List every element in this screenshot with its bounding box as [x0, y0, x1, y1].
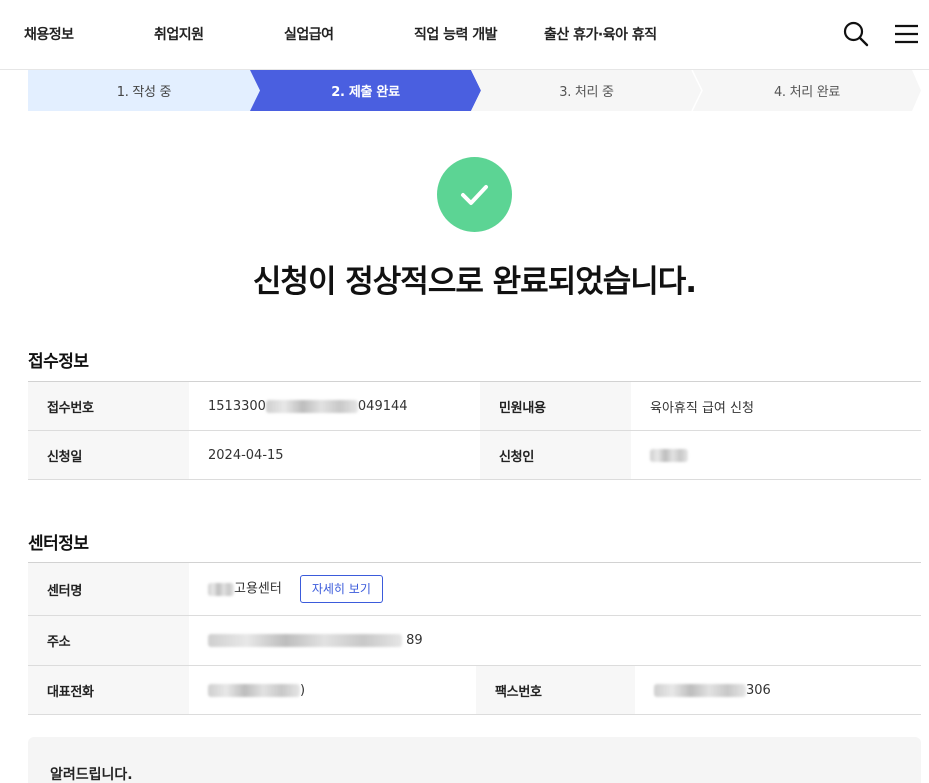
content-label: 민원내용: [480, 381, 631, 431]
receipt-info-title: 접수정보: [28, 352, 89, 372]
top-navigation: 채용정보 취업지원 실업급여 직업 능력 개발 출산 휴가·육아 휴직: [0, 0, 929, 70]
receipt-number-prefix: 1513300: [208, 398, 266, 414]
redacted-text: [265, 399, 358, 413]
step-1-label: 1. 작성 중: [116, 85, 172, 100]
applicant-value: [631, 430, 921, 480]
nav-item-jobs[interactable]: 채용정보: [24, 24, 74, 44]
completion-headline: 신청이 정상적으로 완료되었습니다.: [252, 264, 697, 300]
view-details-button[interactable]: 자세히 보기: [299, 575, 383, 603]
center-info-table: 센터명 고용센터 자세히 보기 주소 89 대표전화 ) 팩스번호 306: [28, 562, 921, 715]
redacted-text: [208, 683, 300, 697]
applicant-label: 신청인: [480, 430, 631, 480]
receipt-number-label: 접수번호: [28, 381, 189, 431]
redacted-text: [650, 448, 688, 462]
table-row: 센터명 고용센터 자세히 보기: [28, 562, 921, 616]
step-2-label: 2. 제출 완료: [331, 85, 400, 100]
receipt-number-value: 1513300 049144: [189, 381, 480, 431]
table-row: 대표전화 ) 팩스번호 306: [28, 665, 921, 715]
step-3-label: 3. 처리 중: [559, 85, 614, 100]
receipt-info-table: 접수번호 1513300 049144 민원내용 육아휴직 급여 신청 신청일 2…: [28, 381, 921, 480]
success-check-icon: [437, 157, 512, 232]
address-value: 89: [189, 615, 921, 666]
address-suffix: 89: [406, 633, 423, 648]
center-name-value: 고용센터 자세히 보기: [189, 562, 921, 616]
progress-stepper: 1. 작성 중 2. 제출 완료 3. 처리 중 4. 처리 완료: [28, 70, 921, 111]
nav-item-vocational-training[interactable]: 직업 능력 개발: [414, 24, 498, 44]
receipt-number-suffix: 049144: [357, 398, 408, 414]
center-info-title: 센터정보: [28, 534, 89, 554]
nav-item-maternity-parental-leave[interactable]: 출산 휴가·육아 휴직: [544, 24, 657, 44]
address-label: 주소: [28, 615, 189, 666]
redacted-text: [208, 634, 402, 647]
step-4-label: 4. 처리 완료: [773, 85, 841, 100]
phone-value: ): [189, 665, 476, 715]
table-row: 신청일 2024-04-15 신청인: [28, 430, 921, 480]
phone-suffix: ): [300, 682, 306, 698]
fax-suffix: 306: [746, 682, 771, 698]
center-name-suffix: 고용센터: [234, 581, 282, 597]
fax-label: 팩스번호: [476, 665, 635, 715]
redacted-text: [654, 683, 746, 697]
menu-icon[interactable]: [893, 20, 921, 48]
table-row: 주소 89: [28, 615, 921, 666]
notice-title: 알려드립니다.: [50, 767, 133, 783]
application-date-label: 신청일: [28, 430, 189, 480]
content-value: 육아휴직 급여 신청: [631, 381, 921, 431]
application-date-value: 2024-04-15: [189, 430, 480, 480]
search-icon[interactable]: [842, 20, 870, 48]
table-row: 접수번호 1513300 049144 민원내용 육아휴직 급여 신청: [28, 381, 921, 431]
phone-label: 대표전화: [28, 665, 189, 715]
center-name-label: 센터명: [28, 562, 189, 616]
nav-item-unemployment-benefits[interactable]: 실업급여: [284, 24, 334, 44]
redacted-text: [208, 582, 234, 596]
notice-box: 알려드립니다.: [28, 737, 921, 783]
fax-value: 306: [635, 665, 921, 715]
nav-item-employment-support[interactable]: 취업지원: [154, 24, 204, 44]
